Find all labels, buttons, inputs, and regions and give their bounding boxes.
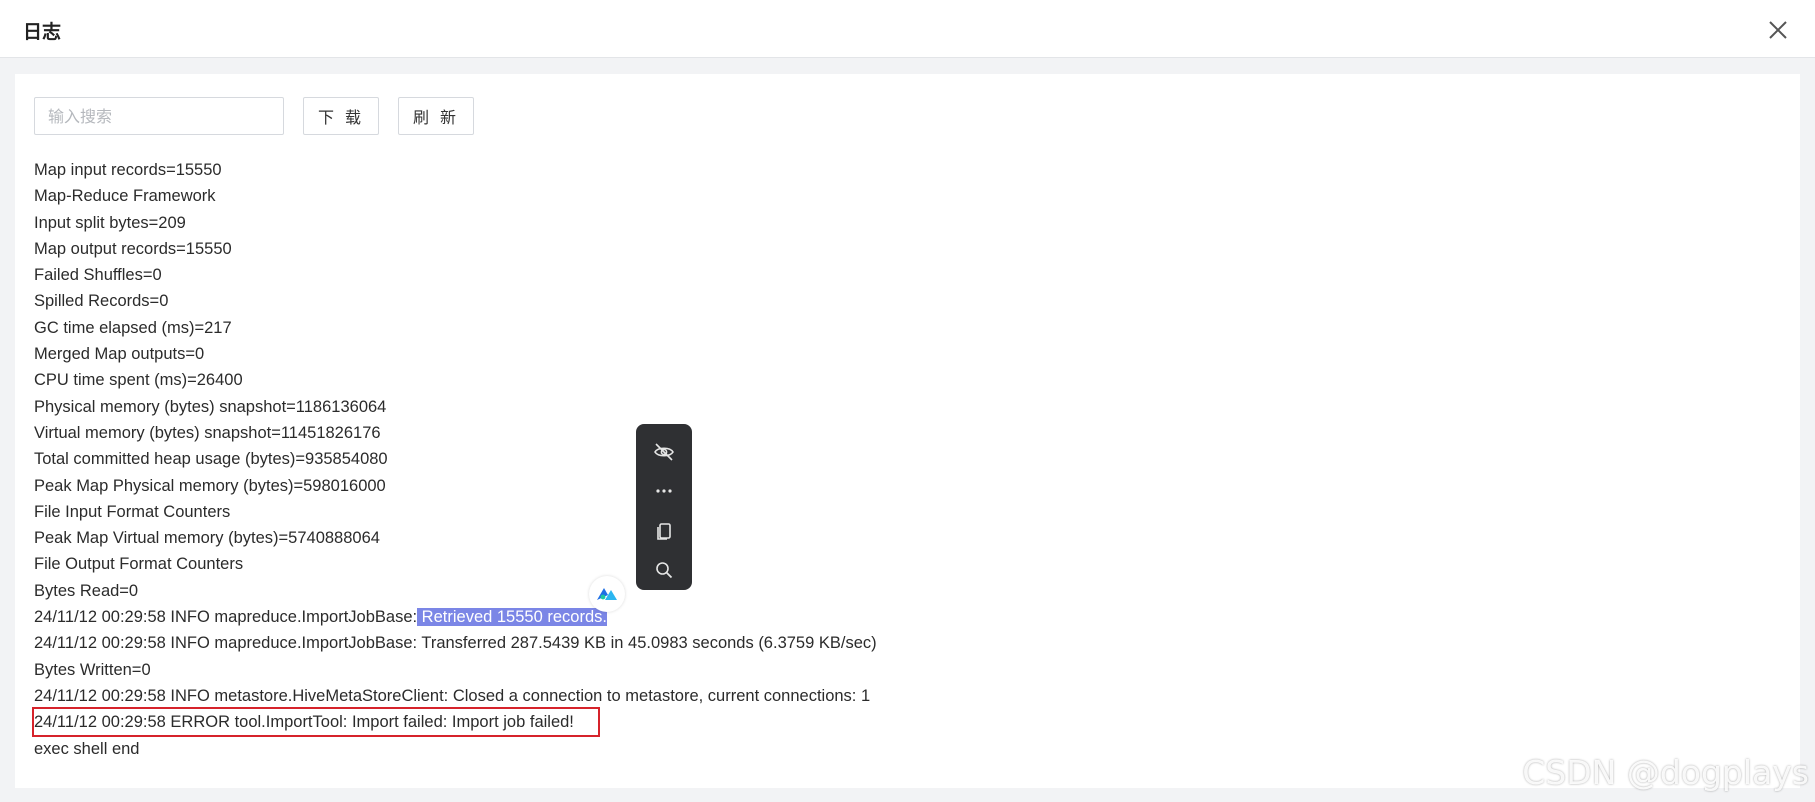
watermark: CSDN @dogplays: [1522, 753, 1809, 792]
floating-toolbar: [636, 424, 692, 590]
log-line: Merged Map outputs=0: [34, 345, 205, 364]
refresh-button[interactable]: 刷 新: [398, 97, 474, 135]
selected-text[interactable]: Retrieved 15550 records.: [417, 608, 607, 627]
log-line: Peak Map Virtual memory (bytes)=57408880…: [34, 529, 380, 548]
more-icon[interactable]: [644, 472, 684, 512]
log-line: Map input records=15550: [34, 161, 222, 179]
search-input[interactable]: [34, 97, 284, 135]
log-line: GC time elapsed (ms)=217: [34, 318, 232, 337]
log-line: Map output records=15550: [34, 239, 232, 258]
log-panel: 下 载 刷 新 Map input records=15550 Map-Redu…: [15, 74, 1800, 788]
log-line-error: 24/11/12 00:29:58 ERROR tool.ImportTool:…: [32, 707, 877, 738]
close-icon[interactable]: [1764, 16, 1792, 44]
log-line: Bytes Written=0: [34, 660, 151, 679]
log-line: Bytes Read=0: [34, 581, 139, 600]
log-line: Map-Reduce Framework: [34, 187, 216, 206]
log-line: Physical memory (bytes) snapshot=1186136…: [34, 397, 387, 416]
log-line-retrieved: 24/11/12 00:29:58 INFO mapreduce.ImportJ…: [34, 604, 877, 630]
dialog-header: 日志: [0, 0, 1815, 58]
log-toolbar: 下 载 刷 新: [34, 97, 474, 135]
log-dialog: 日志 下 载 刷 新 Map input records=15550 Map-R…: [0, 0, 1815, 802]
search-icon[interactable]: [644, 551, 684, 591]
log-line: Input split bytes=209: [34, 213, 186, 232]
log-line: Peak Map Physical memory (bytes)=5980160…: [34, 476, 386, 495]
error-highlight-box: 24/11/12 00:29:58 ERROR tool.ImportTool:…: [32, 707, 600, 738]
log-line: Failed Shuffles=0: [34, 266, 162, 285]
dialog-title: 日志: [23, 21, 62, 43]
log-line: exec shell end: [34, 739, 140, 758]
log-line: CPU time spent (ms)=26400: [34, 371, 243, 390]
log-line: Virtual memory (bytes) snapshot=11451826…: [34, 423, 381, 442]
log-line: File Input Format Counters: [34, 502, 231, 521]
log-line: File Output Format Counters: [34, 555, 244, 574]
copy-icon[interactable]: [644, 511, 684, 551]
log-line: 24/11/12 00:29:58 INFO metastore.HiveMet…: [34, 686, 871, 705]
log-line-prefix: 24/11/12 00:29:58 INFO mapreduce.ImportJ…: [34, 608, 418, 627]
log-line: 24/11/12 00:29:58 INFO mapreduce.ImportJ…: [34, 634, 877, 653]
log-output: Map input records=15550 Map-Reduce Frame…: [32, 157, 877, 762]
translate-badge-icon[interactable]: [589, 576, 625, 612]
log-line: Spilled Records=0: [34, 292, 169, 311]
download-button[interactable]: 下 载: [303, 97, 379, 135]
log-line: Total committed heap usage (bytes)=93585…: [34, 450, 388, 469]
eye-off-icon[interactable]: [644, 432, 684, 472]
